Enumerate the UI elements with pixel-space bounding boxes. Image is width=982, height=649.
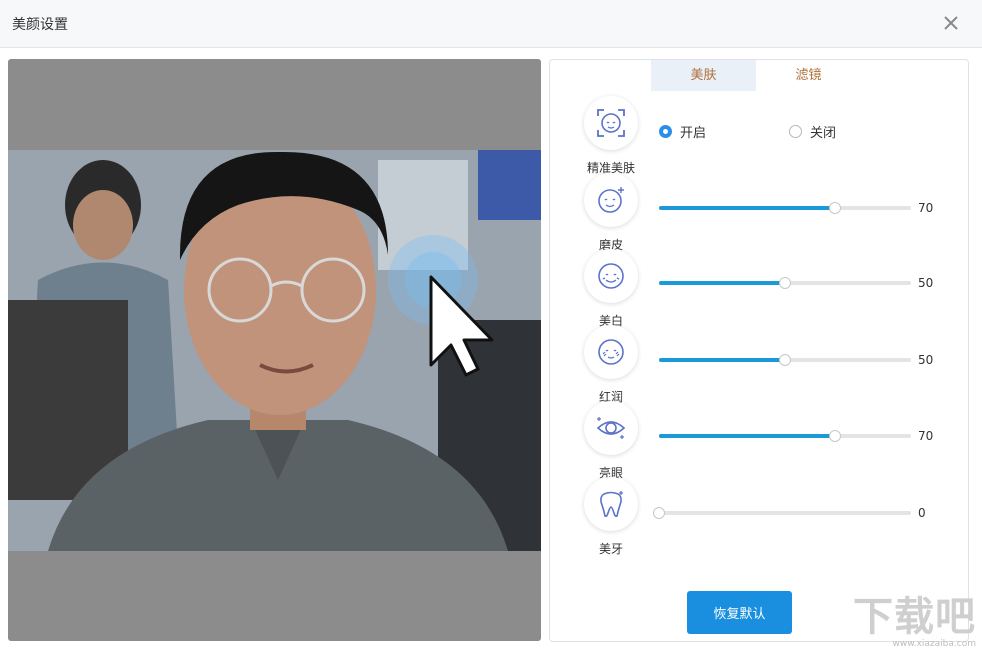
radio-label: 关闭 [810, 126, 837, 141]
watermark-brand: 下载吧 [853, 594, 976, 640]
watermark: 下载吧 www.xiazaiba.com [853, 595, 976, 649]
eye-icon [584, 401, 638, 455]
slider-fill [659, 434, 836, 438]
camera-feed-image [8, 150, 541, 551]
window-title: 美颜设置 [12, 17, 68, 33]
feature-label: 美牙 [598, 542, 623, 556]
tab-filter[interactable]: 滤镜 [756, 60, 861, 91]
reset-default-button[interactable]: 恢复默认 [687, 591, 792, 634]
face-smile-icon [584, 249, 638, 303]
person-illustration [8, 150, 541, 551]
slider-rosy[interactable] [659, 352, 911, 368]
feature-teeth: 美牙 [583, 477, 639, 557]
radio-precise-off[interactable]: 关闭 [789, 122, 836, 141]
slider-handle[interactable] [779, 354, 791, 366]
slider-value: 50 [918, 276, 934, 290]
face-frame-icon [584, 96, 638, 150]
radio-indicator [789, 125, 802, 138]
radio-precise-on[interactable]: 开启 [659, 122, 706, 141]
tab-bar: 美肤 滤镜 [651, 60, 861, 91]
slider-value: 70 [918, 201, 934, 215]
close-icon [944, 16, 958, 30]
slider-handle[interactable] [653, 507, 665, 519]
slider-handle[interactable] [829, 202, 842, 214]
settings-panel: 美肤 滤镜 精准美肤 开启 关闭 磨皮 美白 红润 亮眼 美牙 70 50 50… [549, 59, 969, 642]
face-blush-icon [584, 325, 638, 379]
close-button[interactable] [938, 10, 964, 36]
feature-whiten: 美白 [583, 249, 639, 329]
feature-precise-skin: 精准美肤 [583, 96, 639, 176]
slider-teeth[interactable] [653, 505, 911, 521]
radio-selected-indicator [659, 125, 672, 138]
title-bar: 美颜设置 [0, 0, 982, 48]
slider-whiten[interactable] [659, 275, 911, 291]
slider-value: 0 [918, 506, 926, 520]
radio-label: 开启 [680, 126, 707, 141]
slider-value: 70 [918, 429, 934, 443]
face-sparkle-icon [584, 173, 638, 227]
slider-fill [659, 206, 836, 210]
slider-fill [659, 281, 785, 285]
slider-handle[interactable] [779, 277, 791, 289]
slider-bright-eyes[interactable] [659, 428, 911, 444]
slider-smooth[interactable] [659, 200, 911, 216]
tab-skin[interactable]: 美肤 [651, 60, 756, 91]
feature-smooth: 磨皮 [583, 173, 639, 253]
watermark-url: www.xiazaiba.com [892, 639, 976, 649]
tooth-icon [584, 477, 638, 531]
video-preview [8, 59, 541, 641]
feature-bright-eyes: 亮眼 [583, 401, 639, 481]
slider-track [659, 511, 911, 515]
slider-fill [659, 358, 785, 362]
slider-handle[interactable] [829, 430, 842, 442]
slider-value: 50 [918, 353, 934, 367]
feature-rosy: 红润 [583, 325, 639, 405]
